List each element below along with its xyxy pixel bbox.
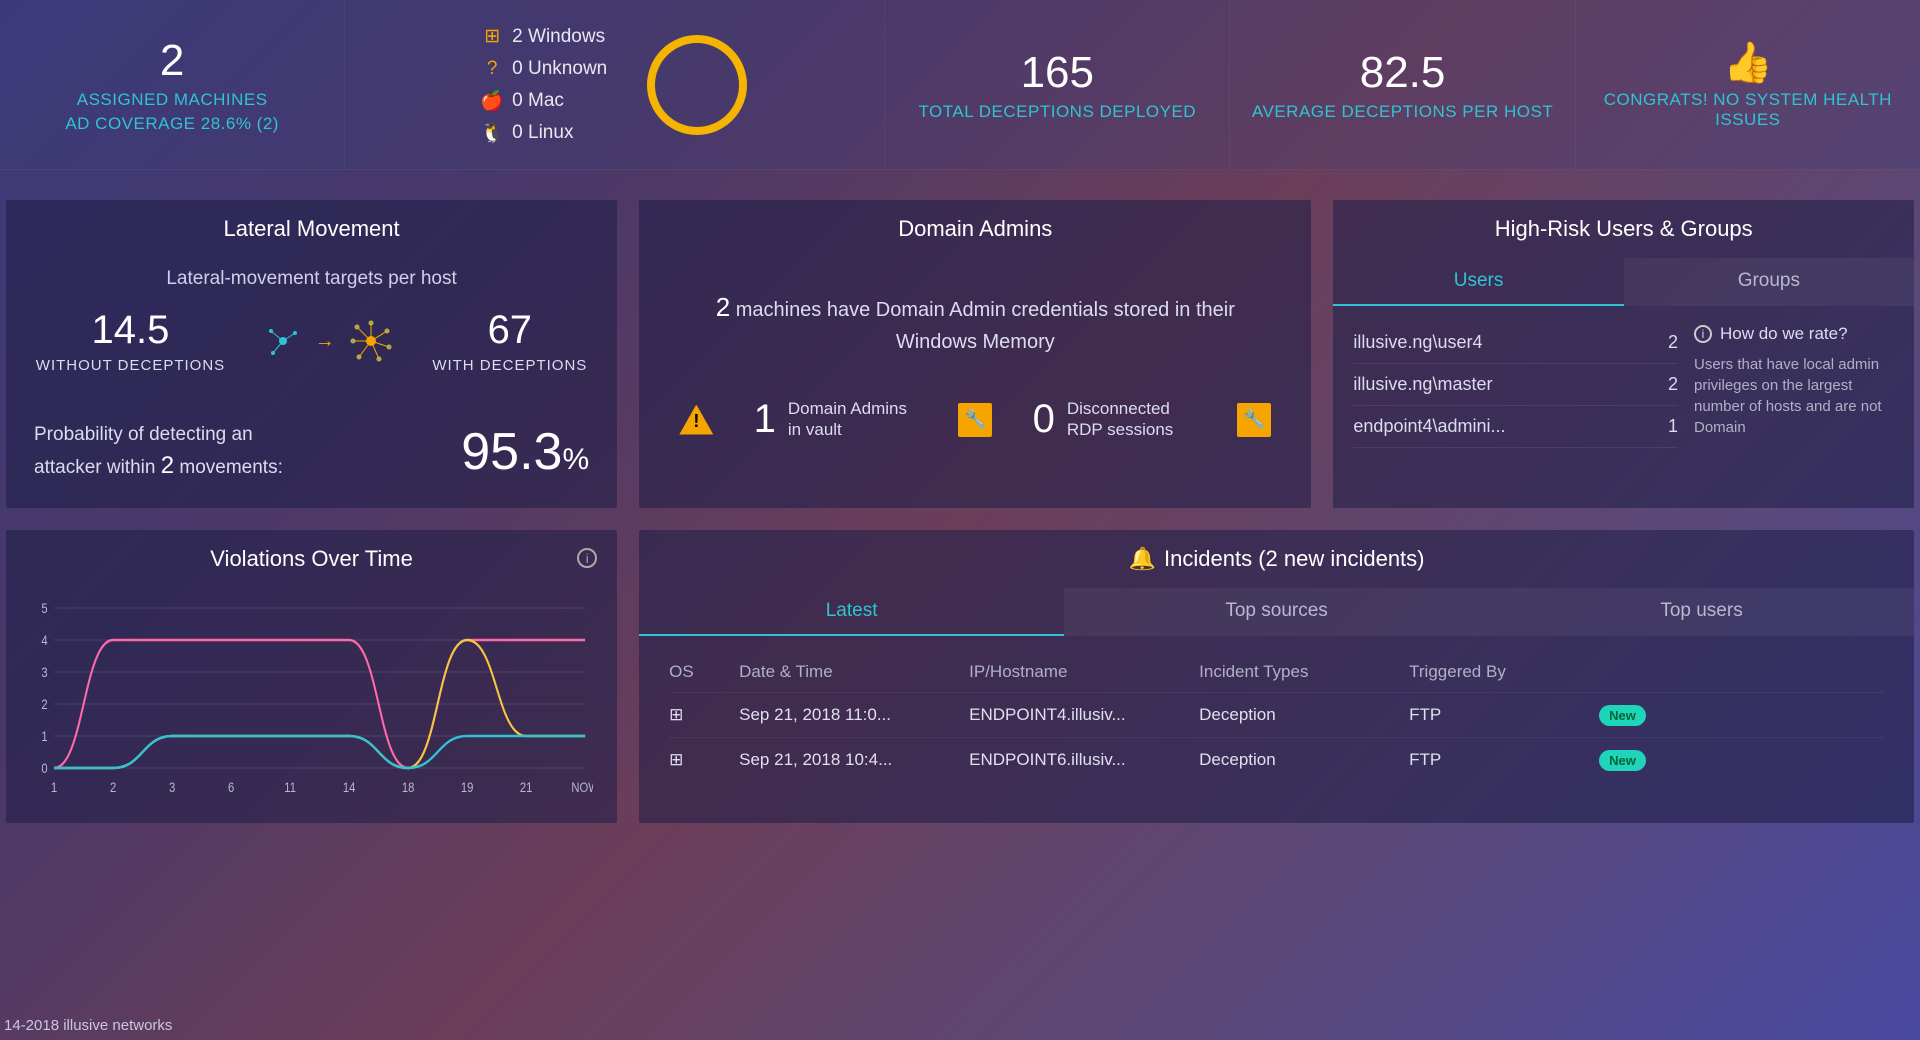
probability-value: 95.3%: [461, 422, 589, 482]
network-large-icon: [349, 319, 393, 363]
system-health-card: 👍 CONGRATS! NO SYSTEM HEALTH ISSUES: [1576, 0, 1920, 169]
os-unknown-count: 0 Unknown: [512, 58, 607, 80]
total-deceptions-label: TOTAL DECEPTIONS DEPLOYED: [918, 102, 1196, 122]
rate-explanation: Users that have local admin privileges o…: [1694, 354, 1894, 438]
incidents-panel: 🔔 Incidents (2 new incidents) Latest Top …: [639, 530, 1914, 823]
tab-top-users[interactable]: Top users: [1489, 588, 1914, 636]
svg-text:18: 18: [402, 780, 415, 795]
svg-text:19: 19: [461, 780, 474, 795]
total-deceptions-card: 165 TOTAL DECEPTIONS DEPLOYED: [885, 0, 1230, 169]
avg-deceptions-value: 82.5: [1360, 48, 1446, 98]
svg-text:0: 0: [41, 761, 47, 776]
new-badge: New: [1599, 705, 1646, 726]
without-deceptions-value: 14.5: [36, 308, 225, 353]
bell-icon: 🔔: [1129, 546, 1156, 571]
info-icon: i: [1694, 325, 1712, 343]
svg-text:4: 4: [41, 633, 47, 648]
list-item[interactable]: endpoint4\admini...1: [1353, 406, 1678, 448]
with-deceptions-value: 67: [432, 308, 587, 353]
list-item[interactable]: illusive.ng\master2: [1353, 364, 1678, 406]
rate-question: How do we rate?: [1720, 322, 1848, 346]
svg-text:6: 6: [228, 780, 234, 795]
os-breakdown-card: ⊞ 2 Windows ? 0 Unknown 🍎 0 Mac 🐧 0 Linux: [345, 0, 885, 169]
windows-icon: ⊞: [482, 27, 502, 47]
svg-text:3: 3: [169, 780, 175, 795]
svg-text:11: 11: [284, 780, 296, 795]
high-risk-panel: High-Risk Users & Groups Users Groups il…: [1333, 200, 1914, 508]
tab-groups[interactable]: Groups: [1624, 258, 1914, 306]
svg-text:5: 5: [41, 601, 47, 616]
svg-text:3: 3: [41, 665, 47, 680]
svg-text:NOW: NOW: [571, 780, 593, 795]
system-health-label: CONGRATS! NO SYSTEM HEALTH ISSUES: [1586, 90, 1910, 130]
domain-admins-title: Domain Admins: [639, 200, 1311, 258]
assigned-count: 2: [160, 36, 184, 86]
total-deceptions-value: 165: [1021, 48, 1094, 98]
rdp-count: 0: [1033, 397, 1055, 442]
new-badge: New: [1599, 750, 1646, 771]
lateral-movement-panel: Lateral Movement Lateral-movement target…: [6, 200, 617, 508]
arrow-right-icon: →: [315, 330, 335, 353]
svg-text:14: 14: [343, 780, 356, 795]
incidents-table-header: OS Date & Time IP/Hostname Incident Type…: [669, 652, 1884, 692]
assigned-label: ASSIGNED MACHINES: [77, 90, 268, 110]
violations-title: Violations Over Time: [210, 546, 413, 571]
lateral-icons: →: [265, 319, 393, 363]
tab-top-sources[interactable]: Top sources: [1064, 588, 1489, 636]
footer-copyright: 14-2018 illusive networks: [4, 1017, 172, 1034]
high-risk-title: High-Risk Users & Groups: [1333, 200, 1914, 258]
high-risk-user-list: illusive.ng\user42 illusive.ng\master2 e…: [1353, 322, 1678, 448]
svg-text:21: 21: [520, 780, 533, 795]
domain-admins-panel: Domain Admins 2 machines have Domain Adm…: [639, 200, 1311, 508]
table-row[interactable]: ⊞ Sep 21, 2018 10:4... ENDPOINT6.illusiv…: [669, 737, 1884, 782]
svg-text:2: 2: [41, 697, 47, 712]
lateral-subtitle: Lateral-movement targets per host: [6, 268, 617, 290]
warning-icon: [679, 405, 713, 435]
windows-icon: ⊞: [669, 705, 687, 723]
table-row[interactable]: ⊞ Sep 21, 2018 11:0... ENDPOINT4.illusiv…: [669, 692, 1884, 737]
violations-panel: Violations Over Timei 012345123611141819…: [6, 530, 617, 823]
vault-count: 1: [754, 397, 776, 442]
probability-text: Probability of detecting an attacker wit…: [34, 422, 294, 482]
assigned-machines-card: 2 ASSIGNED MACHINES AD COVERAGE 28.6% (2…: [0, 0, 345, 169]
os-ring-chart: [647, 35, 747, 135]
domain-admins-message: 2 machines have Domain Admin credentials…: [639, 258, 1311, 377]
incidents-title: Incidents (2 new incidents): [1164, 546, 1424, 571]
fix-vault-button[interactable]: 🔧: [958, 403, 992, 437]
os-mac-count: 0 Mac: [512, 90, 564, 112]
os-windows-count: 2 Windows: [512, 26, 605, 48]
svg-text:2: 2: [110, 780, 116, 795]
vault-label: Domain Admins in vault: [788, 399, 918, 440]
tab-users[interactable]: Users: [1333, 258, 1623, 306]
tab-latest[interactable]: Latest: [639, 588, 1064, 636]
avg-deceptions-card: 82.5 AVERAGE DECEPTIONS PER HOST: [1230, 0, 1575, 169]
network-small-icon: [265, 323, 301, 359]
lateral-title: Lateral Movement: [6, 200, 617, 258]
info-icon[interactable]: i: [577, 548, 597, 568]
windows-icon: ⊞: [669, 750, 687, 768]
thumbs-up-icon: 👍: [1723, 39, 1773, 86]
violations-chart: 01234512361114181921NOW: [6, 588, 617, 823]
svg-text:1: 1: [51, 780, 57, 795]
svg-text:1: 1: [41, 729, 47, 744]
top-stats-bar: 2 ASSIGNED MACHINES AD COVERAGE 28.6% (2…: [0, 0, 1920, 170]
list-item[interactable]: illusive.ng\user42: [1353, 322, 1678, 364]
unknown-icon: ?: [482, 59, 502, 79]
without-deceptions-label: WITHOUT DECEPTIONS: [36, 357, 225, 374]
avg-deceptions-label: AVERAGE DECEPTIONS PER HOST: [1252, 102, 1553, 122]
fix-rdp-button[interactable]: 🔧: [1237, 403, 1271, 437]
ad-coverage-label: AD COVERAGE 28.6% (2): [65, 114, 279, 134]
rdp-label: Disconnected RDP sessions: [1067, 399, 1197, 440]
with-deceptions-label: WITH DECEPTIONS: [432, 357, 587, 374]
mac-icon: 🍎: [482, 91, 502, 111]
linux-icon: 🐧: [482, 123, 502, 143]
os-linux-count: 0 Linux: [512, 122, 573, 144]
